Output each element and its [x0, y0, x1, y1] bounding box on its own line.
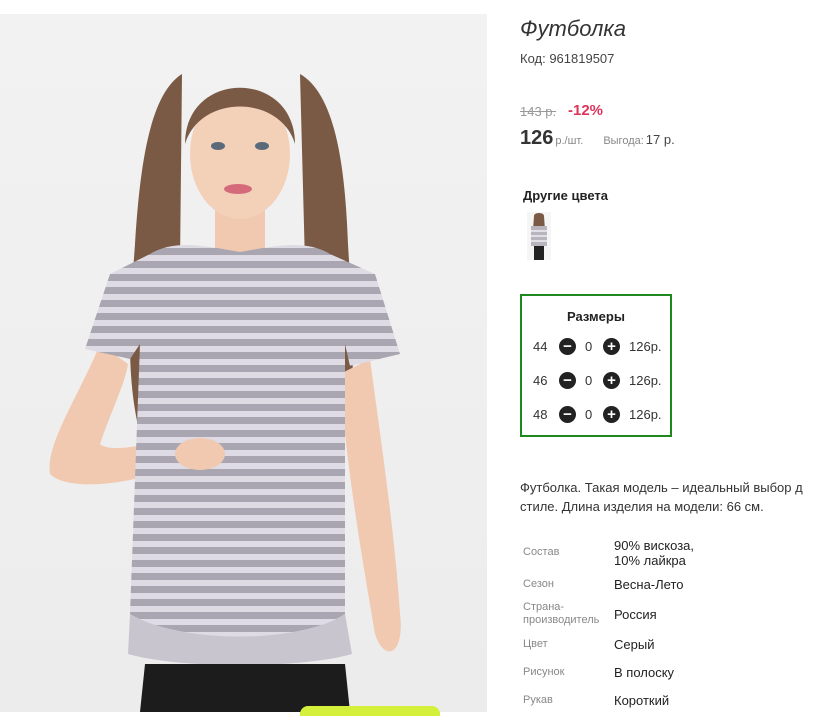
savings-label: Выгода:	[603, 135, 644, 147]
size-price: 126р.	[629, 339, 662, 354]
other-colors-title: Другие цвета	[523, 188, 608, 203]
attr-value-line: 90% вискоза,	[614, 538, 695, 553]
product-code: Код: 961819507	[520, 51, 615, 66]
plus-icon[interactable]: +	[603, 338, 620, 355]
savings-value: 17 р.	[645, 132, 675, 147]
size-quantity: 0	[585, 339, 593, 354]
size-row: 46 − 0 + 126р.	[522, 372, 672, 390]
add-to-cart-button-edge[interactable]	[300, 706, 440, 716]
size-label: 48	[533, 407, 548, 422]
model-illustration	[49, 74, 401, 712]
product-description: Футболка. Такая модель – идеальный выбор…	[520, 478, 830, 516]
description-line: Футболка. Такая модель – идеальный выбор…	[520, 480, 803, 495]
size-quantity: 0	[585, 373, 593, 388]
attr-label-sleeve: Рукав	[523, 694, 553, 706]
price-unit: р./шт.	[555, 135, 584, 147]
attr-label-line: производитель	[523, 614, 600, 626]
attr-value-composition: 90% вискоза, 10% лайкра	[614, 538, 694, 568]
size-row: 48 − 0 + 126р.	[522, 406, 672, 424]
attr-label-color: Цвет	[523, 638, 548, 650]
minus-icon[interactable]: −	[559, 338, 576, 355]
sizes-box: Размеры 44 − 0 + 126р. 46 − 0 + 126р. 48…	[520, 294, 672, 437]
size-quantity: 0	[585, 407, 593, 422]
attr-label-composition: Состав	[523, 546, 560, 558]
size-price: 126р.	[629, 373, 662, 388]
sizes-title: Размеры	[567, 309, 625, 324]
attr-value-pattern: В полоску	[614, 665, 675, 680]
product-title: Футболка	[520, 16, 626, 41]
attr-value-line: 10% лайкра	[614, 553, 686, 568]
attr-label-pattern: Рисунок	[523, 666, 565, 678]
plus-icon[interactable]: +	[603, 372, 620, 389]
attr-label-line: Страна-	[523, 601, 565, 613]
attr-value-sleeve: Короткий	[614, 693, 670, 708]
size-price: 126р.	[629, 407, 662, 422]
attr-label-season: Сезон	[523, 578, 554, 590]
attr-label-country: Страна- производитель	[523, 601, 599, 627]
current-price: 126	[520, 127, 554, 149]
minus-icon[interactable]: −	[559, 372, 576, 389]
color-variant-thumbnail[interactable]	[527, 212, 551, 260]
attr-value-country: Россия	[614, 607, 657, 622]
size-label: 46	[533, 373, 548, 388]
size-label: 44	[533, 339, 548, 354]
minus-icon[interactable]: −	[559, 406, 576, 423]
product-photo[interactable]	[0, 14, 487, 712]
product-info-panel: Футболка Код: 961819507 143 р. -12% 126 р…	[520, 0, 830, 712]
old-price: 143 р.	[520, 104, 557, 119]
attr-value-season: Весна-Лето	[614, 577, 684, 592]
description-line: стиле. Длина изделия на модели: 66 см.	[520, 499, 764, 514]
price-row: 126 р./шт. Выгода: 17 р.	[520, 127, 675, 150]
plus-icon[interactable]: +	[603, 406, 620, 423]
attr-value-color: Серый	[614, 637, 655, 652]
size-row: 44 − 0 + 126р.	[522, 338, 672, 356]
discount-badge: -12%	[568, 102, 604, 119]
